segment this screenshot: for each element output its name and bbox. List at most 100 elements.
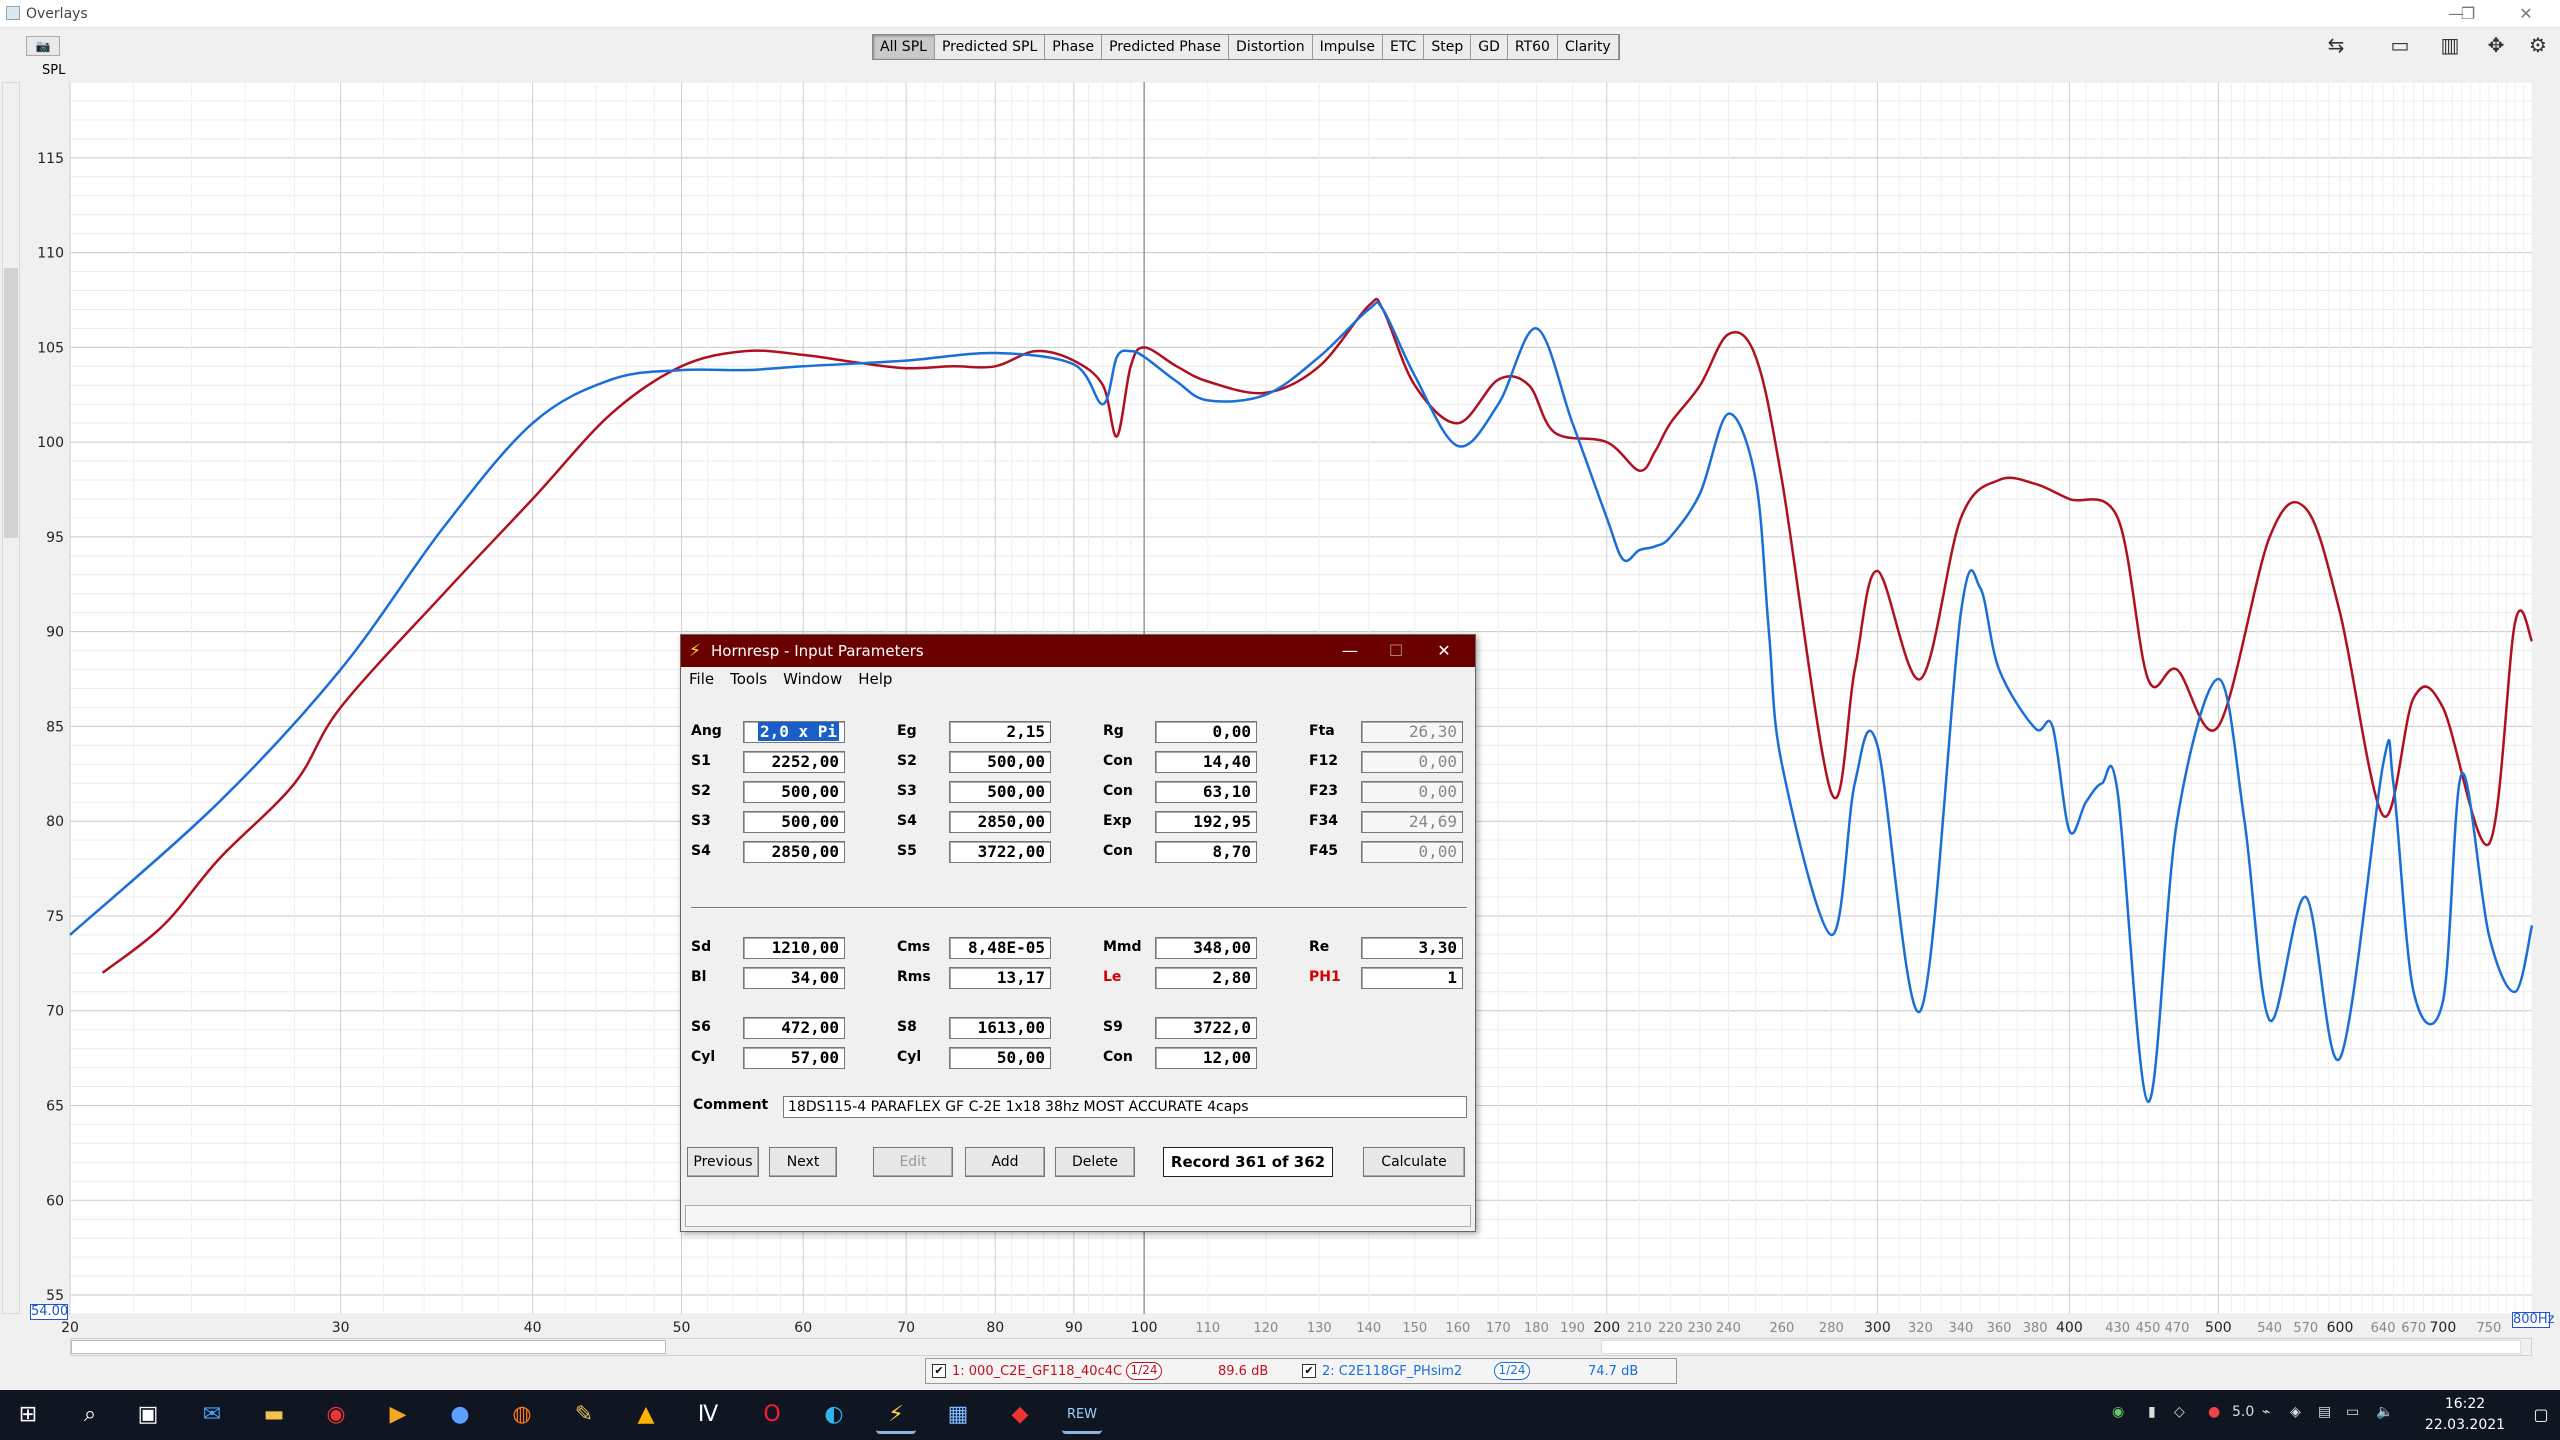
opera-icon[interactable]: O	[752, 1396, 792, 1434]
menu-tools[interactable]: Tools	[730, 667, 767, 691]
camera-icon[interactable]: 📷	[26, 36, 60, 56]
param-field-cyl[interactable]: 50,00	[949, 1047, 1051, 1069]
tab-gd[interactable]: GD	[1471, 35, 1508, 59]
param-field-s3[interactable]: 500,00	[743, 811, 845, 833]
legend-toggle-icon[interactable]: ⇆	[2318, 32, 2354, 58]
tray-language-icon[interactable]: ▤	[2318, 1404, 2331, 1420]
search-icon[interactable]: ⌕	[70, 1396, 110, 1434]
firefox-icon[interactable]: ◍	[502, 1396, 542, 1434]
restore-icon[interactable]: ❐	[2448, 3, 2488, 25]
task-view-icon[interactable]: ▣	[128, 1396, 168, 1434]
tab-clarity[interactable]: Clarity	[1557, 35, 1619, 59]
pen-app-icon[interactable]: ✎	[564, 1396, 604, 1434]
param-field-eg[interactable]: 2,15	[949, 721, 1051, 743]
param-field-bl[interactable]: 34,00	[743, 967, 845, 989]
cloud-app-icon[interactable]: ●	[440, 1396, 480, 1434]
param-field-s2[interactable]: 500,00	[949, 751, 1051, 773]
tray-volume-icon[interactable]: 🔈	[2376, 1404, 2393, 1420]
gear-icon[interactable]: ⚙	[2520, 32, 2556, 58]
calculate-button[interactable]: Calculate	[1363, 1147, 1465, 1177]
param-field-ph1[interactable]: 1	[1361, 967, 1463, 989]
file-explorer-icon[interactable]: ▬	[254, 1396, 294, 1434]
previous-button[interactable]: Previous	[687, 1147, 759, 1177]
param-field-s3[interactable]: 500,00	[949, 781, 1051, 803]
tray-network-icon[interactable]: ▭	[2346, 1404, 2359, 1420]
horizontal-scroll-track[interactable]	[1601, 1340, 2521, 1354]
dialog-close-icon[interactable]: ✕	[1421, 635, 1467, 667]
window-layout-icon[interactable]: ▭	[2382, 32, 2418, 58]
app-red-icon[interactable]: ◉	[316, 1396, 356, 1434]
horizontal-scrollbar[interactable]	[70, 1338, 2532, 1356]
param-field-con[interactable]: 14,40	[1155, 751, 1257, 773]
tray-dropbox-icon[interactable]: ◇	[2174, 1404, 2185, 1420]
trace2-checkbox[interactable]: ✔	[1302, 1364, 1316, 1378]
tab-etc[interactable]: ETC	[1382, 35, 1425, 59]
windows-start-icon[interactable]: ⊞	[8, 1396, 48, 1434]
pan-icon[interactable]: ✥	[2478, 32, 2514, 58]
param-field-rms[interactable]: 13,17	[949, 967, 1051, 989]
param-field-exp[interactable]: 192,95	[1155, 811, 1257, 833]
trace1-smoothing[interactable]: 1/24	[1126, 1362, 1162, 1380]
tab-impulse[interactable]: Impulse	[1312, 35, 1383, 59]
horizontal-scroll-thumb[interactable]	[71, 1340, 666, 1354]
param-field-ang[interactable]: 2,0 x Pi	[743, 721, 845, 743]
param-field-con[interactable]: 63,10	[1155, 781, 1257, 803]
calculator-icon[interactable]: ▦	[938, 1396, 978, 1434]
param-field-cms[interactable]: 8,48E-05	[949, 937, 1051, 959]
tab-all-spl[interactable]: All SPL	[873, 35, 935, 59]
trace2-smoothing[interactable]: 1/24	[1494, 1362, 1530, 1380]
param-field-s4[interactable]: 2850,00	[949, 811, 1051, 833]
rew-icon[interactable]: REW	[1062, 1396, 1102, 1434]
y-min-field[interactable]: 54.00	[30, 1304, 68, 1320]
tray-shield-icon[interactable]: ◈	[2290, 1404, 2301, 1420]
vlc-icon[interactable]: ▲	[626, 1396, 666, 1434]
menu-file[interactable]: File	[689, 667, 714, 691]
menu-help[interactable]: Help	[858, 667, 892, 691]
grid-icon[interactable]: ▥	[2432, 32, 2468, 58]
param-field-s6[interactable]: 472,00	[743, 1017, 845, 1039]
x-max-field[interactable]: 800Hz	[2512, 1312, 2554, 1328]
param-field-sd[interactable]: 1210,00	[743, 937, 845, 959]
tab-phase[interactable]: Phase	[1045, 35, 1103, 59]
tab-distortion[interactable]: Distortion	[1229, 35, 1313, 59]
tray-gpu-icon[interactable]: ▮	[2148, 1404, 2156, 1420]
notes-app-icon[interactable]: Ⅳ	[688, 1396, 728, 1434]
delete-button[interactable]: Delete	[1055, 1147, 1135, 1177]
param-field-con[interactable]: 8,70	[1155, 841, 1257, 863]
param-field-mmd[interactable]: 348,00	[1155, 937, 1257, 959]
param-field-cyl[interactable]: 57,00	[743, 1047, 845, 1069]
tray-usb-icon[interactable]: ⌁	[2262, 1404, 2270, 1420]
hornresp-taskbar-icon[interactable]: ⚡	[876, 1396, 916, 1434]
next-button[interactable]: Next	[769, 1147, 837, 1177]
param-field-s9[interactable]: 3722,0	[1155, 1017, 1257, 1039]
param-field-s1[interactable]: 2252,00	[743, 751, 845, 773]
tray-temp-icon[interactable]: ●	[2208, 1404, 2220, 1420]
tab-predicted-spl[interactable]: Predicted SPL	[934, 35, 1046, 59]
comment-field[interactable]: 18DS115-4 PARAFLEX GF C-2E 1x18 38hz MOS…	[783, 1096, 1467, 1118]
param-field-con[interactable]: 12,00	[1155, 1047, 1257, 1069]
tab-step[interactable]: Step	[1424, 35, 1472, 59]
close-icon[interactable]: ✕	[2506, 3, 2546, 25]
vertical-scrollbar[interactable]	[2, 82, 20, 1314]
vertical-scroll-thumb[interactable]	[4, 268, 18, 538]
tab-rt60[interactable]: RT60	[1507, 35, 1558, 59]
param-field-s4[interactable]: 2850,00	[743, 841, 845, 863]
sketchup-icon[interactable]: ◆	[1000, 1396, 1040, 1434]
trace1-checkbox[interactable]: ✔	[932, 1364, 946, 1378]
add-button[interactable]: Add	[965, 1147, 1045, 1177]
media-app-icon[interactable]: ▶	[378, 1396, 418, 1434]
param-field-s8[interactable]: 1613,00	[949, 1017, 1051, 1039]
param-field-s2[interactable]: 500,00	[743, 781, 845, 803]
mail-app-icon[interactable]: ✉	[192, 1396, 232, 1434]
edge-icon[interactable]: ◐	[814, 1396, 854, 1434]
param-field-rg[interactable]: 0,00	[1155, 721, 1257, 743]
param-field-le[interactable]: 2,80	[1155, 967, 1257, 989]
menu-window[interactable]: Window	[783, 667, 842, 691]
param-field-s5[interactable]: 3722,00	[949, 841, 1051, 863]
dialog-minimize-icon[interactable]: —	[1327, 635, 1373, 667]
notification-icon[interactable]: ▢	[2526, 1396, 2556, 1434]
tray-nvidia-icon[interactable]: ◉	[2112, 1404, 2124, 1420]
param-field-re[interactable]: 3,30	[1361, 937, 1463, 959]
clock[interactable]: 16:22 22.03.2021	[2410, 1394, 2520, 1436]
tab-predicted-phase[interactable]: Predicted Phase	[1102, 35, 1230, 59]
